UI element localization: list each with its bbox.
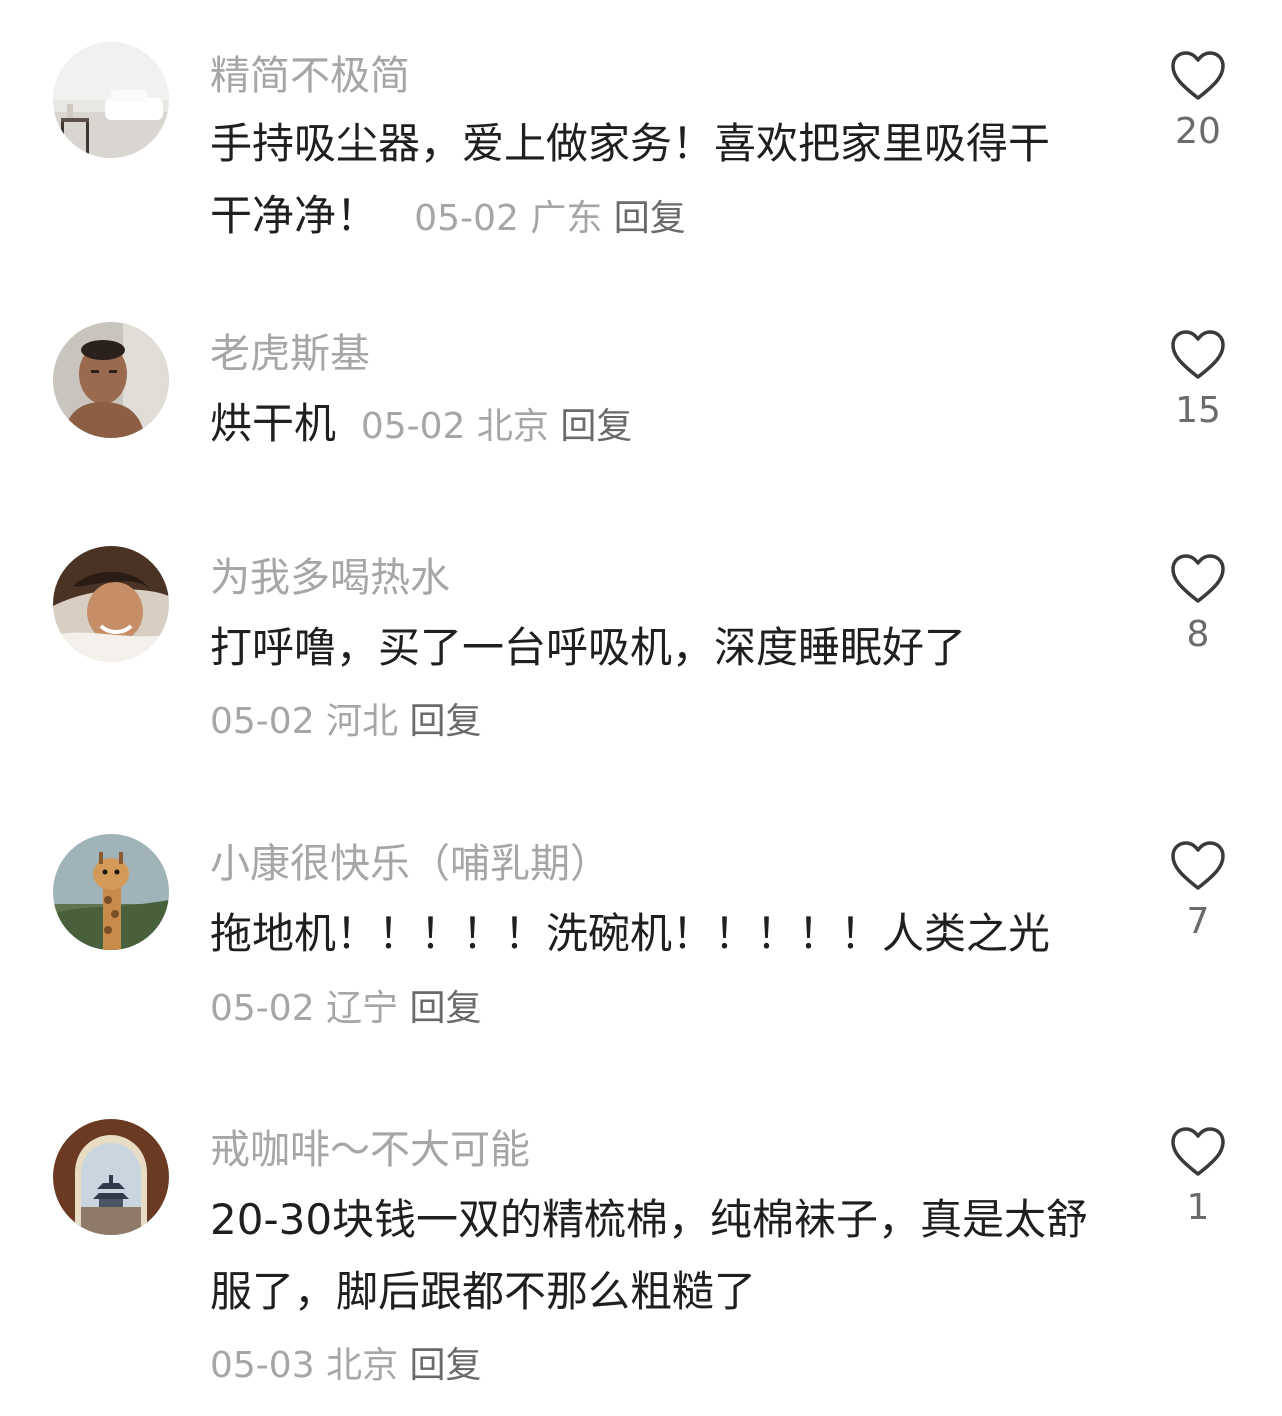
user-avatar[interactable] [53, 546, 169, 662]
like-button[interactable]: 20 [1148, 50, 1248, 154]
username[interactable]: 为我多喝热水 [210, 550, 450, 606]
like-count: 15 [1175, 390, 1221, 431]
username[interactable]: 老虎斯基 [210, 326, 370, 382]
comment-date: 05-02 [360, 406, 466, 447]
user-avatar[interactable] [53, 1119, 169, 1235]
comment-date: 05-02 [210, 701, 315, 742]
man-portrait-avatar [53, 322, 169, 438]
heart-outline-icon [1171, 1127, 1225, 1176]
reply-button[interactable]: 回复 [614, 198, 686, 239]
reply-button[interactable]: 回复 [410, 988, 482, 1029]
comment-date: 05-02 [414, 198, 519, 239]
like-button[interactable]: 8 [1148, 553, 1248, 657]
comment-body: 拖地机！！！！！洗碗机！！！！！人类之光 [210, 909, 1051, 958]
comment-meta: 05-02 辽宁 回复 [210, 981, 482, 1037]
comment-body: 打呼噜，买了一台呼吸机，深度睡眠好了 [210, 623, 967, 672]
comment-location: 北京 [476, 406, 549, 447]
temple-arch-avatar [53, 1119, 169, 1235]
comment-body: 烘干机 [210, 399, 337, 448]
comment-meta: 05-02 河北 回复 [210, 694, 482, 750]
like-count: 7 [1186, 901, 1210, 942]
comment-location: 河北 [326, 701, 399, 742]
reply-button[interactable]: 回复 [560, 406, 632, 447]
comment-text: 20-30块钱一双的精梳棉，纯棉袜子，真是太舒服了，脚后跟都不那么粗糙了 [210, 1184, 1090, 1328]
user-avatar[interactable] [53, 834, 169, 950]
comment-meta: 05-02 北京 回复 [349, 406, 633, 447]
username[interactable]: 精简不极简 [210, 48, 410, 104]
heart-outline-icon [1171, 330, 1225, 379]
giraffe-avatar [53, 834, 169, 950]
reply-button[interactable]: 回复 [410, 1345, 482, 1386]
comment-location: 北京 [326, 1345, 399, 1386]
comment-text: 手持吸尘器，爱上做家务！喜欢把家里吸得干干净净！ 05-02 广东 回复 [210, 108, 1090, 255]
comment-meta: 05-03 北京 回复 [210, 1338, 482, 1394]
comment-location: 辽宁 [326, 988, 399, 1029]
reply-button[interactable]: 回复 [410, 701, 482, 742]
like-button[interactable]: 1 [1148, 1126, 1248, 1230]
comment-meta: 05-02 广东 回复 [391, 198, 686, 239]
smiling-person-avatar [53, 546, 169, 662]
like-button[interactable]: 15 [1148, 329, 1248, 433]
comment-text: 打呼噜，买了一台呼吸机，深度睡眠好了 [210, 612, 1090, 684]
heart-outline-icon [1171, 554, 1225, 603]
like-count: 8 [1186, 614, 1210, 655]
user-avatar[interactable] [53, 42, 169, 158]
username[interactable]: 小康很快乐（哺乳期） [210, 836, 610, 892]
comment-location: 广东 [530, 198, 603, 239]
heart-outline-icon [1171, 51, 1225, 100]
comment-text: 烘干机 05-02 北京 回复 [210, 388, 1090, 463]
comment-date: 05-03 [210, 1345, 315, 1386]
like-count: 20 [1175, 111, 1221, 152]
user-avatar[interactable] [53, 322, 169, 438]
username[interactable]: 戒咖啡～不大可能 [210, 1122, 530, 1178]
like-button[interactable]: 7 [1148, 840, 1248, 944]
bedroom-photo-avatar [53, 42, 169, 158]
comment-body: 20-30块钱一双的精梳棉，纯棉袜子，真是太舒服了，脚后跟都不那么粗糙了 [210, 1195, 1089, 1316]
comment-date: 05-02 [210, 988, 315, 1029]
like-count: 1 [1186, 1187, 1210, 1228]
comment-text: 拖地机！！！！！洗碗机！！！！！人类之光 [210, 898, 1090, 970]
heart-outline-icon [1171, 841, 1225, 890]
